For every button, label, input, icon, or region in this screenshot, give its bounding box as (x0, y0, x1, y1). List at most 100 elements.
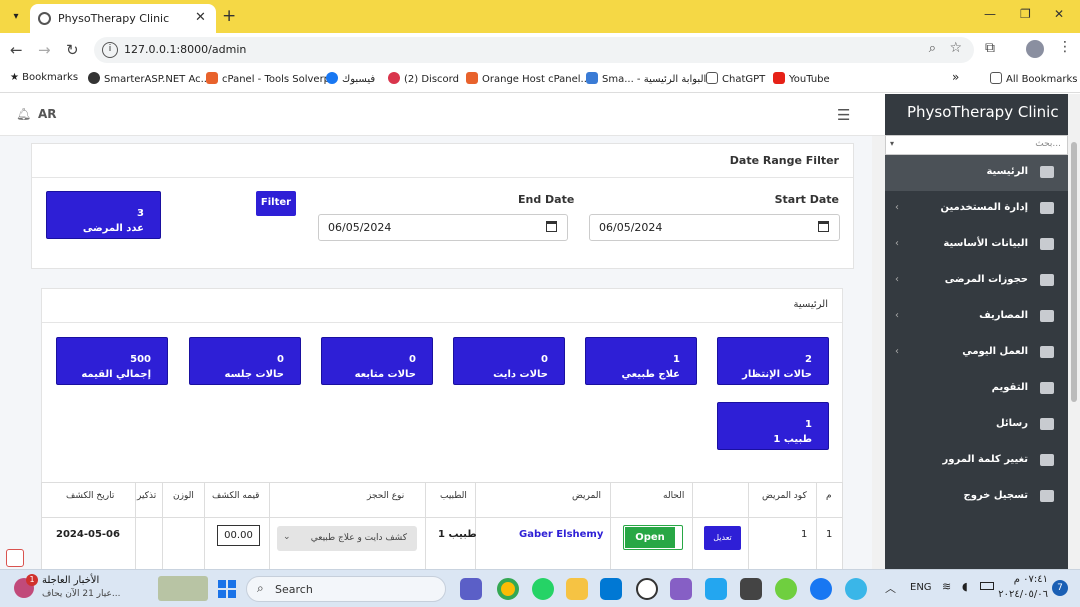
address-bar[interactable]: i 127.0.0.1:8000/admin ⌕ ☆ (94, 37, 974, 63)
forward-button[interactable]: → (38, 41, 51, 59)
scrollbar-thumb[interactable] (1071, 142, 1077, 402)
clock-time[interactable]: ٠٧:٤١ م (1003, 574, 1048, 585)
sidebar-item-expenses[interactable]: ‹ المصاريف (885, 299, 1068, 335)
news-title[interactable]: الأخبار العاجلة (42, 575, 99, 586)
filter-button[interactable]: Filter (256, 191, 296, 216)
zoom-icon[interactable]: ⌕ (929, 41, 936, 56)
bookmark-item[interactable]: Sma... - البوابة الرئيسية (586, 72, 706, 85)
heidisql-icon[interactable] (636, 578, 658, 600)
bookmark-item[interactable]: Orange Host cPanel... (466, 72, 590, 85)
end-date-input[interactable]: 06/05/2024 (318, 214, 568, 241)
wifi-icon[interactable]: ≋ (942, 580, 951, 593)
weather-widget-image[interactable] (158, 576, 208, 601)
sidebar-item-logout[interactable]: تسجيل خروج (885, 479, 1068, 515)
maximize-button[interactable]: ❐ (1020, 7, 1031, 21)
stat-total-value: 500 إجمالي القيمه (56, 337, 168, 385)
visual-studio-icon[interactable] (670, 578, 692, 600)
outlook-icon[interactable] (600, 578, 622, 600)
bookmark-item[interactable]: (2) Discord (388, 72, 459, 85)
calendar-icon (1040, 382, 1054, 394)
start-date-input[interactable]: 06/05/2024 (589, 214, 840, 241)
sidebar-item-users[interactable]: ‹ إدارة المستخدمين (885, 191, 1068, 227)
table-header: تاريخ الكشف (66, 491, 115, 501)
more-bookmarks-icon[interactable]: » (952, 70, 959, 84)
chatgpt-icon (706, 72, 718, 84)
browser-menu-icon[interactable]: ⋮ (1058, 39, 1072, 55)
site-info-icon[interactable]: i (102, 42, 118, 58)
bookmark-item[interactable]: SmarterASP.NET Ac... (88, 72, 210, 85)
divider (32, 177, 853, 178)
language-switch[interactable]: AR (38, 107, 57, 121)
debug-toolbar-icon[interactable] (6, 549, 24, 567)
card-title: Date Range Filter (729, 154, 839, 167)
hamburger-menu-icon[interactable]: ☰ (837, 106, 850, 124)
clock-date[interactable]: ٢٠٢٤/٠٥/٠٦ (998, 589, 1048, 600)
profile-avatar[interactable] (1026, 40, 1044, 58)
chevron-up-icon[interactable]: ︿ (885, 580, 896, 596)
sidebar: PhysoTherapy Clinic بحث... ▾ الرئيسية ‹ … (885, 94, 1068, 569)
speaker-icon[interactable]: ◖ (962, 580, 968, 593)
bookmark-item[interactable]: YouTube (773, 72, 830, 85)
status-toggle[interactable]: Open (623, 525, 683, 550)
discord-icon (388, 72, 400, 84)
minimize-button[interactable]: — (984, 7, 996, 21)
content-scrollbar[interactable] (872, 136, 885, 569)
search-icon: ⌕ (257, 581, 264, 595)
sidebar-item-daily-work[interactable]: ‹ العمل اليومي (885, 335, 1068, 371)
bookmark-star-icon[interactable]: ☆ (949, 40, 962, 56)
notification-badge[interactable]: 7 (1052, 580, 1068, 596)
all-bookmarks[interactable]: All Bookmarks (990, 72, 1077, 85)
fee-input[interactable]: 00.00 (217, 525, 260, 546)
android-icon[interactable] (775, 578, 797, 600)
edit-button[interactable]: تعديل (704, 526, 741, 550)
sidebar-item-change-password[interactable]: تغيير كلمة المرور (885, 443, 1068, 479)
booking-type-select[interactable]: ⌄ كشف دايت و علاج طبيعي (277, 526, 417, 551)
taskbar-search-box[interactable]: ⌕ Search (246, 576, 446, 602)
cpanel-icon (206, 72, 218, 84)
table-header: نوع الحجز (367, 491, 405, 501)
sidebar-item-calendar[interactable]: التقويم (885, 371, 1068, 407)
file-explorer-icon[interactable] (566, 578, 588, 600)
stat-diet: 0 حالات دايت (453, 337, 565, 385)
table-header: قيمه الكشف (212, 491, 260, 501)
teams-icon[interactable] (460, 578, 482, 600)
browser-app-icon[interactable] (845, 578, 867, 600)
sidebar-item-home[interactable]: الرئيسية (885, 155, 1068, 191)
news-badge: 1 (26, 574, 38, 586)
terminal-icon[interactable] (740, 578, 762, 600)
facebook-app-icon[interactable] (810, 578, 832, 600)
close-tab-icon[interactable]: ✕ (195, 10, 206, 25)
chrome-icon[interactable] (497, 578, 519, 600)
whatsapp-icon[interactable] (532, 578, 554, 600)
patient-code: 1 (801, 529, 808, 540)
brand-title[interactable]: PhysoTherapy Clinic (907, 103, 1059, 121)
bookmark-item[interactable]: cPanel - Tools Solverp (206, 72, 330, 85)
sidebar-item-messages[interactable]: رسائل (885, 407, 1068, 443)
windows-start-icon[interactable] (216, 578, 238, 600)
table-header: الطبيب (440, 491, 467, 501)
bookmark-item[interactable]: ChatGPT (706, 72, 765, 85)
vscode-icon[interactable] (705, 578, 727, 600)
tab-search-button[interactable]: ▾ (6, 6, 26, 26)
url-text: 127.0.0.1:8000/admin (124, 43, 247, 56)
bell-icon[interactable]: 🔔︎ (16, 107, 31, 121)
sidebar-item-basic-data[interactable]: ‹ البيانات الأساسية (885, 227, 1068, 263)
close-window-button[interactable]: ✕ (1054, 7, 1064, 21)
sidebar-item-bookings[interactable]: ‹ حجوزات المرضى (885, 263, 1068, 299)
reload-button[interactable]: ↻ (66, 41, 79, 59)
extensions-icon[interactable]: ⧉ (985, 40, 995, 56)
language-indicator[interactable]: ENG (910, 582, 932, 593)
back-button[interactable]: ← (10, 41, 23, 59)
bookmark-item[interactable]: ★ Bookmarks (10, 72, 78, 83)
globe-icon (38, 12, 51, 25)
bookmark-item[interactable]: فيسبوك (326, 72, 375, 85)
calendar-icon[interactable] (818, 221, 829, 232)
battery-icon[interactable] (980, 582, 994, 590)
star-icon: ★ (10, 72, 23, 83)
browser-tab[interactable]: PhysoTherapy Clinic ✕ (30, 4, 216, 33)
page-scrollbar[interactable] (1068, 94, 1080, 569)
calendar-icon[interactable] (546, 221, 557, 232)
new-tab-button[interactable]: + (222, 6, 236, 26)
patient-name-link[interactable]: Gaber Elshemy (519, 529, 603, 540)
sidebar-search-input[interactable]: بحث... ▾ (885, 135, 1068, 155)
